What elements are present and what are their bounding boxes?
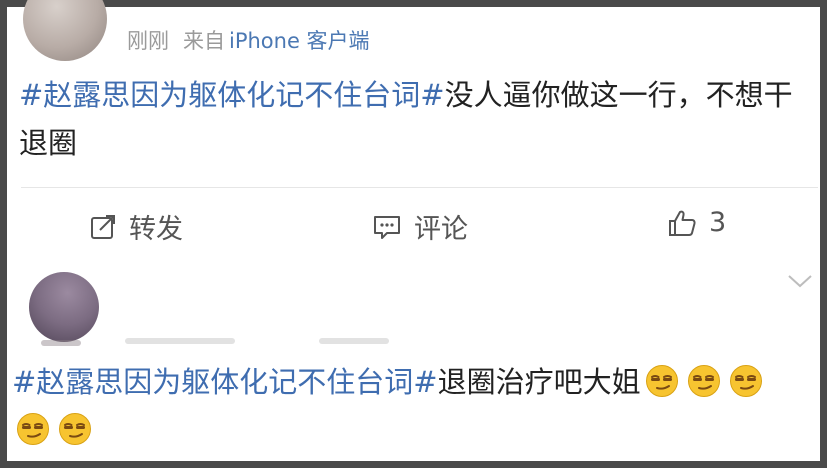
smirk-emoji [687, 365, 720, 397]
smirk-emoji [17, 413, 49, 445]
comment-body: #赵露思因为躯体化记不住台词#退圈治疗吧大姐 [12, 358, 802, 454]
thumbs-up-icon [669, 210, 696, 236]
blurred-meta [319, 338, 389, 344]
avatar[interactable] [29, 272, 99, 342]
chevron-down-icon[interactable] [787, 272, 813, 290]
post-source-prefix: 来自 [183, 29, 225, 53]
comment-label: 评论 [414, 214, 468, 245]
avatar[interactable] [23, 0, 107, 61]
hashtag-link[interactable]: #赵露思因为躯体化记不住台词# [12, 365, 438, 399]
smirk-emoji [645, 365, 678, 397]
avatar-shadow [41, 340, 81, 346]
comment-button[interactable]: 评论 [372, 207, 468, 246]
comment-icon [374, 215, 400, 239]
divider [21, 187, 818, 188]
smirk-emoji [729, 365, 762, 397]
blurred-username [125, 338, 235, 344]
repost-button[interactable]: 转发 [89, 207, 183, 246]
like-count: 3 [709, 207, 727, 238]
hashtag-link[interactable]: #赵露思因为躯体化记不住台词# [19, 78, 445, 112]
post-body: #赵露思因为躯体化记不住台词#没人逼你做这一行，不想干退圈 [19, 71, 807, 167]
repost-icon [91, 214, 115, 239]
post-time: 刚刚 [127, 29, 169, 53]
smirk-emoji [59, 413, 91, 445]
repost-label: 转发 [129, 214, 183, 245]
comment-text: 退圈治疗吧大姐 [437, 365, 641, 399]
post-source-device[interactable]: iPhone 客户端 [229, 29, 370, 53]
like-button[interactable]: 3 [667, 207, 726, 238]
post-card-top: 刚刚 来自 iPhone 客户端 #赵露思因为躯体化记不住台词#没人逼你做这一行，不… [7, 0, 820, 262]
post-meta: 刚刚 来自 iPhone 客户端 [127, 25, 370, 55]
